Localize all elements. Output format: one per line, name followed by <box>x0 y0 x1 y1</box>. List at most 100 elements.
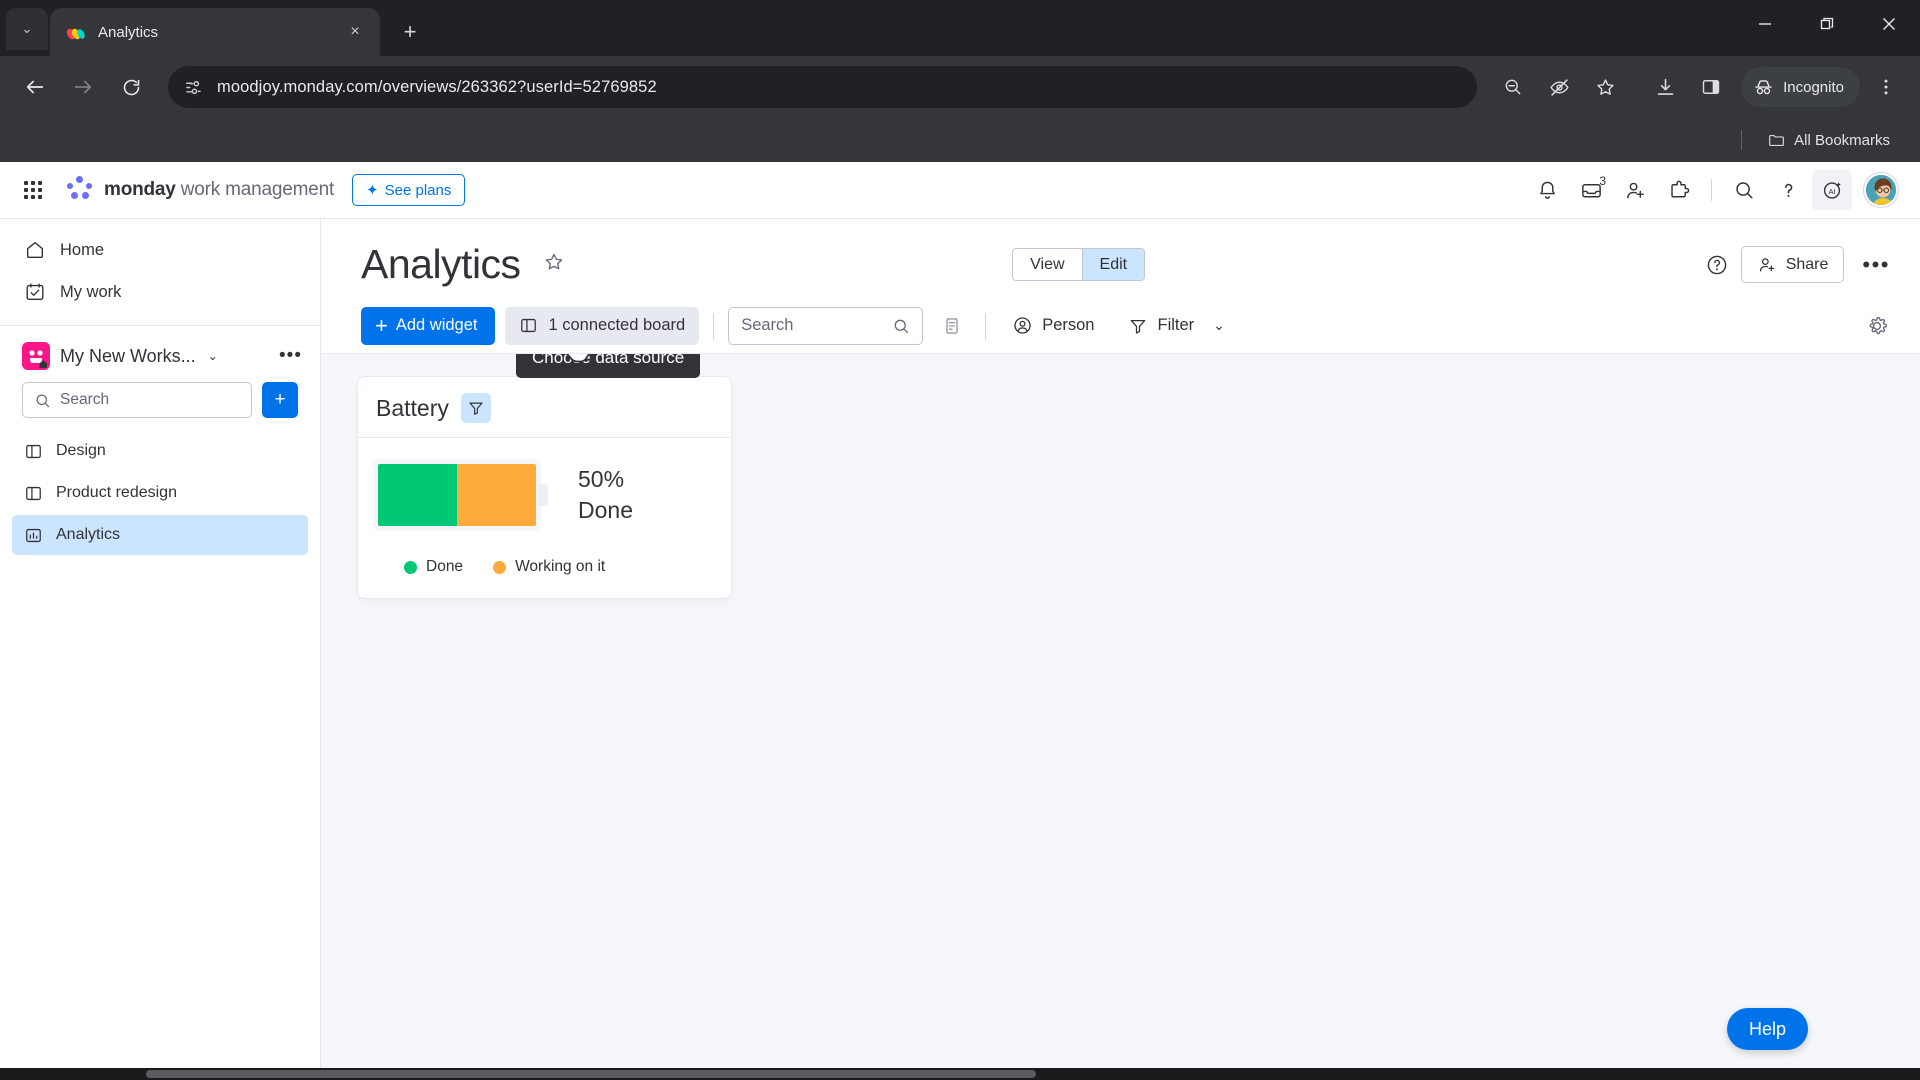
url-text: moodjoy.monday.com/overviews/263362?user… <box>217 77 657 96</box>
chevron-down-icon[interactable]: ⌄ <box>208 349 218 363</box>
browser-tab-analytics[interactable]: Analytics × <box>50 8 380 56</box>
main-content: Analytics View Edit Share ••• + Add widg… <box>321 219 1920 1080</box>
zoom-out-icon[interactable] <box>1493 67 1533 107</box>
legend-label-working: Working on it <box>515 558 606 576</box>
brand-bold: monday <box>104 179 176 200</box>
minimize-icon[interactable] <box>1734 0 1796 48</box>
sidebar-item-design[interactable]: Design <box>12 431 308 471</box>
connected-board-button[interactable]: 1 connected board <box>504 306 700 345</box>
user-avatar[interactable] <box>1864 173 1898 207</box>
widget-legend: Done Working on it <box>358 540 731 598</box>
browser-toolbar: moodjoy.monday.com/overviews/263362?user… <box>0 56 1920 118</box>
battery-bar <box>378 464 536 527</box>
back-arrow-icon[interactable] <box>14 66 56 108</box>
apps-marketplace-icon[interactable] <box>1659 170 1699 210</box>
profile-label: Incognito <box>1783 78 1844 96</box>
left-sidebar: Home My work My New Works... ⌄ ••• Searc… <box>0 219 321 1080</box>
battery-segment-working <box>457 464 536 527</box>
sidebar-item-my-work[interactable]: My work <box>12 271 308 313</box>
sidebar-item-home[interactable]: Home <box>12 229 308 271</box>
sidebar-item-product-redesign-label: Product redesign <box>56 484 177 501</box>
brand-product: work management <box>180 179 335 200</box>
new-tab-button[interactable]: + <box>392 14 428 50</box>
plus-icon: + <box>375 312 388 338</box>
sidebar-search-input[interactable]: Search <box>22 382 252 418</box>
person-circle-icon <box>1012 315 1033 336</box>
edit-mode-button[interactable]: Edit <box>1081 249 1145 280</box>
side-panel-icon[interactable] <box>1691 67 1731 107</box>
address-bar[interactable]: moodjoy.monday.com/overviews/263362?user… <box>168 66 1478 108</box>
invite-member-icon[interactable] <box>1615 170 1655 210</box>
sidebar-item-home-label: Home <box>60 240 105 259</box>
gear-icon[interactable] <box>1858 307 1896 345</box>
close-icon[interactable] <box>1858 0 1920 48</box>
see-plans-button[interactable]: ✦ See plans <box>352 174 466 206</box>
monday-brand[interactable]: monday work management <box>66 176 334 204</box>
connected-board-label: 1 connected board <box>548 316 686 334</box>
sidebar-item-analytics[interactable]: Analytics <box>12 515 308 555</box>
browser-window: ⌄ Analytics × + moodjoy.monday.com/overv… <box>0 0 1920 1080</box>
tab-search-button[interactable]: ⌄ <box>6 8 48 50</box>
widget-filter-icon[interactable] <box>460 393 491 423</box>
scrollbar-thumb[interactable] <box>146 1070 1036 1078</box>
page-more-icon[interactable]: ••• <box>1856 252 1896 278</box>
tab-close-icon[interactable]: × <box>342 19 368 45</box>
notifications-bell-icon[interactable] <box>1527 170 1567 210</box>
view-mode-button[interactable]: View <box>1013 249 1081 280</box>
filter-button[interactable]: Filter ⌄ <box>1116 307 1236 345</box>
sidebar-item-analytics-label: Analytics <box>56 526 121 543</box>
incognito-profile-chip[interactable]: Incognito <box>1741 67 1860 107</box>
help-question-icon[interactable] <box>1768 170 1808 210</box>
person-label: Person <box>1042 316 1095 334</box>
sidebar-search-placeholder: Search <box>60 391 110 408</box>
dashboard-toolbar: + Add widget 1 connected board Search Pe… <box>321 298 1920 354</box>
add-widget-button[interactable]: + Add widget <box>361 306 495 345</box>
toolbar-divider <box>713 312 715 339</box>
apps-grid-icon[interactable] <box>16 173 50 207</box>
toolbar-divider-2 <box>985 312 987 339</box>
board-icon <box>24 484 43 503</box>
help-circle-icon[interactable] <box>1705 253 1729 277</box>
page-body: Home My work My New Works... ⌄ ••• Searc… <box>0 219 1920 1080</box>
battery-summary: 50% Done <box>578 464 633 526</box>
widget-body: 50% Done <box>358 438 731 540</box>
board-icon <box>519 316 538 335</box>
sidebar-item-product-redesign[interactable]: Product redesign <box>12 473 308 513</box>
widget-note-icon[interactable] <box>933 307 971 345</box>
monday-logo-icon <box>66 176 94 204</box>
monday-ai-icon[interactable]: AI <box>1812 170 1852 210</box>
workspace-selector[interactable]: My New Works... ⌄ ••• <box>0 326 320 380</box>
bookmark-star-icon[interactable] <box>1585 67 1625 107</box>
search-icon <box>34 392 51 409</box>
workspace-more-icon[interactable]: ••• <box>279 345 302 367</box>
search-icon[interactable] <box>1724 170 1764 210</box>
widget-title: Battery <box>376 394 449 421</box>
person-filter-button[interactable]: Person <box>1000 307 1106 345</box>
sidebar-item-design-label: Design <box>56 442 106 459</box>
download-icon[interactable] <box>1645 67 1685 107</box>
header-actions: 3 AI <box>1527 170 1898 210</box>
help-button[interactable]: Help <box>1726 1008 1808 1050</box>
restore-icon[interactable] <box>1796 0 1858 48</box>
forward-arrow-icon[interactable] <box>62 66 104 108</box>
add-widget-label: Add widget <box>395 316 478 334</box>
tab-strip: ⌄ Analytics × + <box>0 0 1920 56</box>
battery-chart <box>378 464 548 527</box>
horizontal-scrollbar[interactable] <box>0 1068 1920 1080</box>
kebab-menu-icon[interactable] <box>1866 67 1906 107</box>
monday-top-header: monday work management ✦ See plans 3 AI <box>0 162 1920 219</box>
all-bookmarks-button[interactable]: All Bookmarks <box>1760 127 1898 154</box>
chevron-down-icon[interactable]: ⌄ <box>1213 317 1225 334</box>
page-info-icon[interactable] <box>184 78 203 97</box>
share-button[interactable]: Share <box>1740 246 1845 283</box>
add-board-button[interactable]: + <box>262 382 298 418</box>
inbox-icon[interactable]: 3 <box>1571 170 1611 210</box>
eye-slash-icon[interactable] <box>1539 67 1579 107</box>
star-outline-icon[interactable] <box>543 251 565 279</box>
reload-icon[interactable] <box>110 66 152 108</box>
battery-widget[interactable]: Battery 50% Done Done Working on it <box>357 376 732 600</box>
page-header: Analytics View Edit Share ••• <box>321 219 1920 298</box>
dashboard-search-input[interactable]: Search <box>728 306 924 345</box>
view-edit-toggle[interactable]: View Edit <box>1012 248 1146 281</box>
sidebar-search-row: Search + <box>0 380 320 430</box>
